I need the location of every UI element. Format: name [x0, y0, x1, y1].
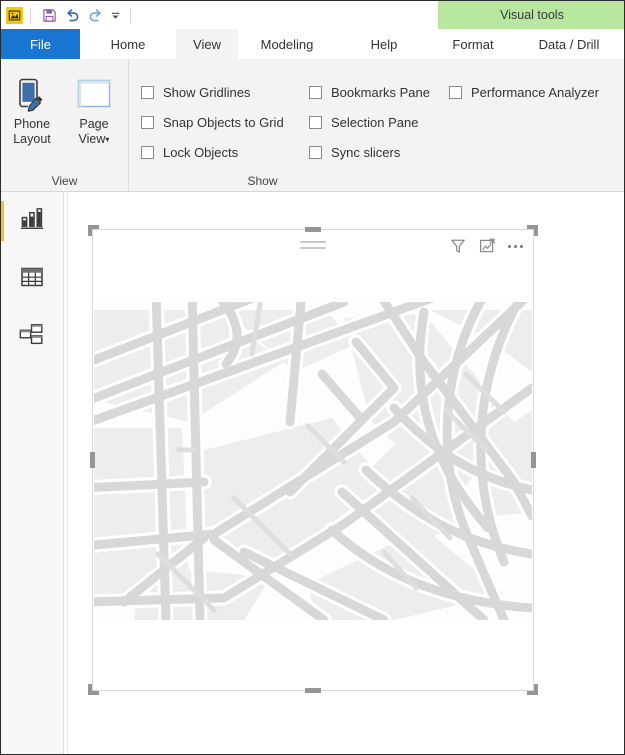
- ribbon-group-show-body: Show Gridlines Snap Objects to Grid Lock…: [129, 59, 624, 170]
- resize-handle-top-right[interactable]: [527, 225, 538, 236]
- resize-handle-bottom-right[interactable]: [527, 684, 538, 695]
- show-column-2: Bookmarks Pane Selection Pane Sync slice…: [309, 77, 449, 167]
- tab-data-drill[interactable]: Data / Drill: [514, 29, 624, 59]
- drag-grip-icon[interactable]: [300, 241, 326, 253]
- ribbon-tab-strip: File Home View Modeling Help Format Data…: [1, 29, 624, 59]
- checkbox-snap-objects-to-grid[interactable]: Snap Objects to Grid: [141, 107, 309, 137]
- phone-layout-label: Phone Layout: [13, 117, 51, 146]
- selection-pane-checkbox[interactable]: [309, 115, 322, 129]
- powerbi-app-icon[interactable]: [6, 6, 23, 24]
- nav-item-model-view[interactable]: [1, 308, 63, 366]
- show-column-1: Show Gridlines Snap Objects to Grid Lock…: [141, 77, 309, 167]
- selection-pane-label: Selection Pane: [331, 114, 419, 130]
- checkbox-show-gridlines[interactable]: Show Gridlines: [141, 77, 309, 107]
- customize-quick-access-caret[interactable]: [107, 4, 123, 26]
- filter-icon[interactable]: [448, 236, 468, 256]
- active-view-accent: [1, 201, 4, 241]
- checkbox-sync-slicers[interactable]: Sync slicers: [309, 137, 449, 167]
- visual-header: [93, 230, 533, 266]
- resize-handle-bottom-left[interactable]: [88, 684, 99, 695]
- nav-item-report-view[interactable]: [1, 192, 63, 250]
- focus-mode-icon[interactable]: [477, 236, 497, 256]
- contextual-tab-group-visual-tools: Visual tools: [438, 1, 624, 29]
- toolbar-separator: [30, 7, 31, 23]
- phone-layout-button[interactable]: Phone Layout: [1, 67, 63, 147]
- checkbox-selection-pane[interactable]: Selection Pane: [309, 107, 449, 137]
- tab-help[interactable]: Help: [336, 29, 432, 59]
- tab-file[interactable]: File: [1, 29, 80, 59]
- page-view-label: Page View▾: [78, 117, 110, 146]
- resize-handle-bottom-center[interactable]: [305, 688, 321, 693]
- resize-handle-top-center[interactable]: [305, 227, 321, 232]
- ribbon: Phone Layout Page View▾ View Show Gridli…: [1, 59, 624, 192]
- show-checkbox-columns: Show Gridlines Snap Objects to Grid Lock…: [129, 67, 624, 167]
- snap-objects-to-grid-label: Snap Objects to Grid: [163, 114, 284, 130]
- visual-header-actions: [448, 236, 525, 256]
- contextual-tabs: Format Data / Drill: [432, 29, 624, 59]
- resize-handle-top-left[interactable]: [88, 225, 99, 236]
- resize-handle-middle-left[interactable]: [90, 452, 95, 468]
- phone-layout-icon: [15, 71, 49, 113]
- tab-view[interactable]: View: [176, 29, 238, 59]
- ribbon-group-show-label: Show: [247, 174, 278, 188]
- checkbox-lock-objects[interactable]: Lock Objects: [141, 137, 309, 167]
- quick-access-toolbar-buttons: [1, 1, 138, 29]
- ribbon-group-view-label: View: [51, 174, 78, 188]
- bar-chart-icon: [19, 206, 46, 236]
- snap-objects-to-grid-checkbox[interactable]: [141, 115, 154, 129]
- bookmarks-pane-checkbox[interactable]: [309, 85, 322, 99]
- show-gridlines-checkbox[interactable]: [141, 85, 154, 99]
- tab-home[interactable]: Home: [80, 29, 176, 59]
- checkbox-bookmarks-pane[interactable]: Bookmarks Pane: [309, 77, 449, 107]
- table-icon: [19, 265, 45, 294]
- power-bi-desktop-window: Visual tools File Home View Modeling Hel…: [0, 0, 625, 755]
- ribbon-group-view: Phone Layout Page View▾ View: [1, 59, 129, 192]
- save-icon[interactable]: [38, 4, 60, 26]
- ribbon-group-view-body: Phone Layout Page View▾: [1, 59, 128, 170]
- checkbox-performance-analyzer[interactable]: Performance Analyzer: [449, 77, 624, 107]
- sync-slicers-checkbox[interactable]: [309, 145, 322, 159]
- bookmarks-pane-label: Bookmarks Pane: [331, 84, 430, 100]
- map-canvas[interactable]: [94, 302, 532, 620]
- ribbon-group-show: Show Gridlines Snap Objects to Grid Lock…: [129, 59, 624, 192]
- report-canvas[interactable]: [68, 192, 624, 754]
- tab-format[interactable]: Format: [432, 29, 514, 59]
- ribbon-groups: Phone Layout Page View▾ View Show Gridli…: [1, 59, 624, 192]
- page-view-icon: [73, 71, 115, 113]
- lock-objects-checkbox[interactable]: [141, 145, 154, 159]
- show-gridlines-label: Show Gridlines: [163, 84, 251, 100]
- page-view-caret-icon[interactable]: ▾: [105, 135, 109, 144]
- map-visual-container[interactable]: [88, 225, 538, 695]
- page-view-button[interactable]: Page View▾: [63, 67, 125, 147]
- toolbar-separator-2: [130, 7, 131, 23]
- view-navigation-rail: [1, 192, 63, 754]
- lock-objects-label: Lock Objects: [163, 144, 239, 160]
- performance-analyzer-label: Performance Analyzer: [471, 84, 599, 100]
- sync-slicers-label: Sync slicers: [331, 144, 401, 160]
- undo-icon[interactable]: [61, 4, 83, 26]
- nav-rail-divider: [63, 192, 64, 754]
- more-options-icon[interactable]: [506, 236, 525, 256]
- redo-icon[interactable]: [84, 4, 106, 26]
- resize-handle-middle-right[interactable]: [531, 452, 536, 468]
- performance-analyzer-checkbox[interactable]: [449, 85, 462, 99]
- contextual-tab-group-label: Visual tools: [500, 8, 564, 22]
- relationships-icon: [18, 322, 46, 352]
- show-column-3: Performance Analyzer: [449, 77, 624, 167]
- tab-modeling[interactable]: Modeling: [238, 29, 336, 59]
- nav-item-data-view[interactable]: [1, 250, 63, 308]
